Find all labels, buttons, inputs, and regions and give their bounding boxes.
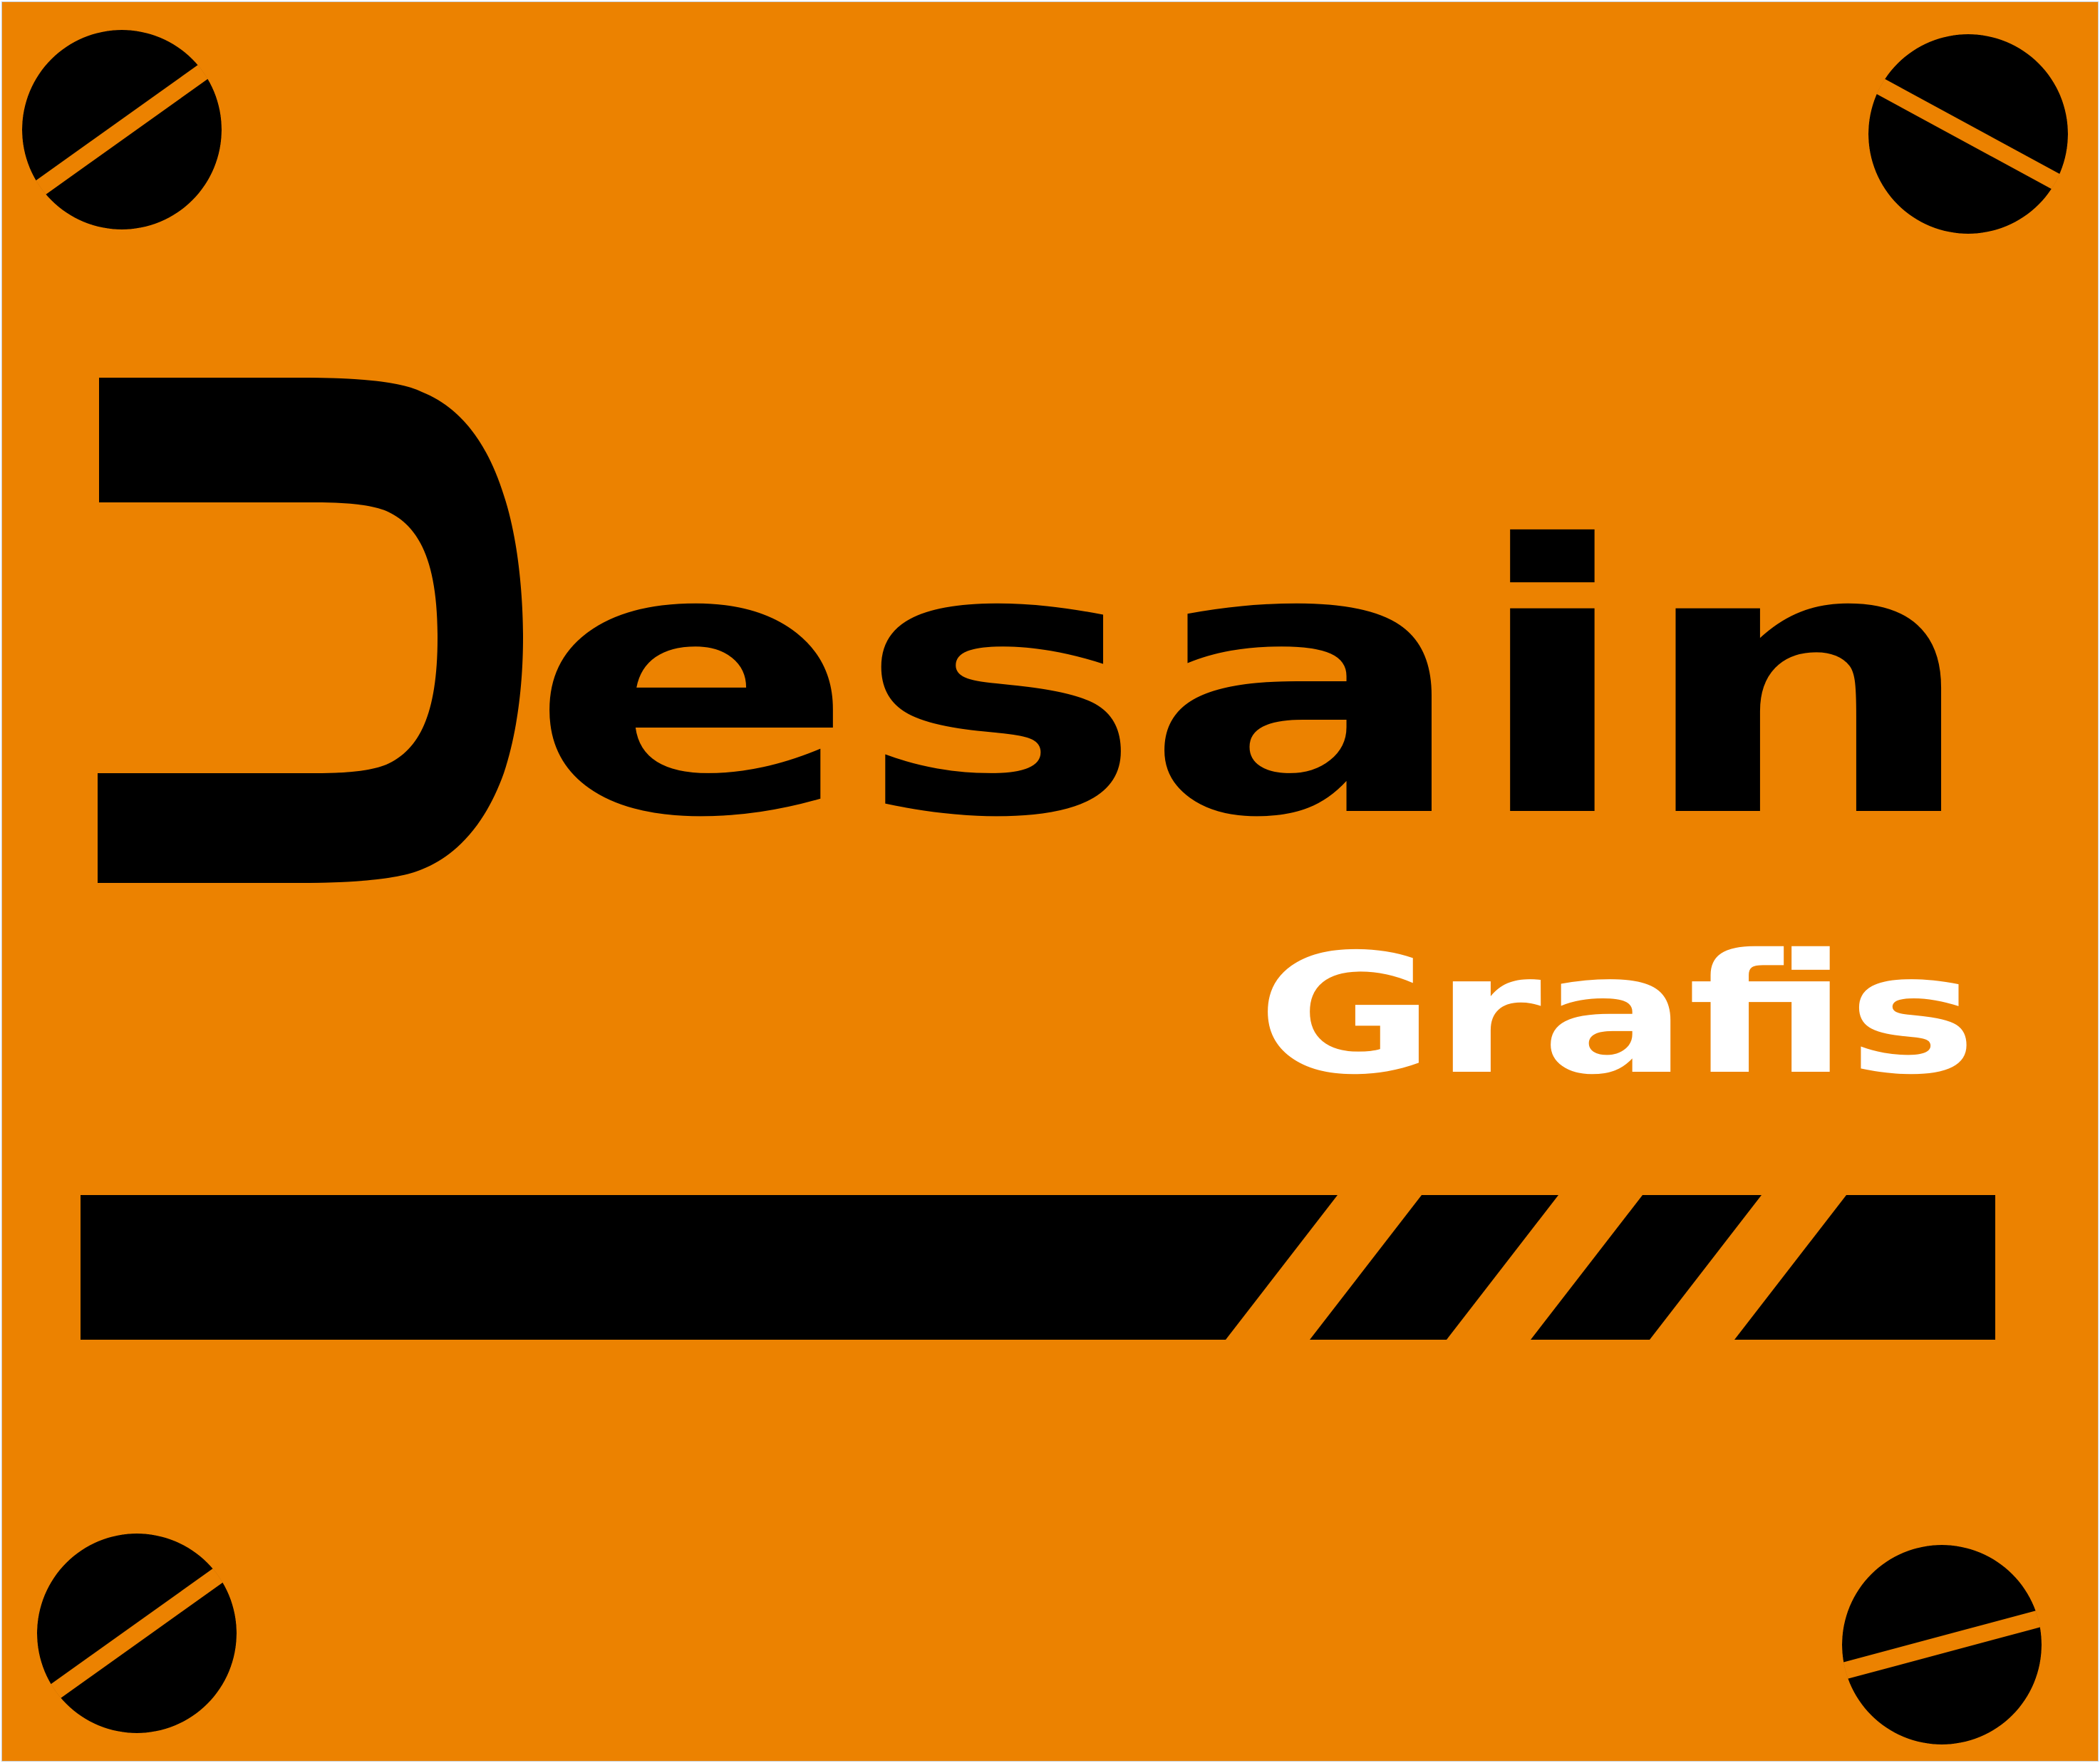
bar-segment (81, 1195, 1338, 1340)
desain-grafis-sign: esain Grafis (1, 1, 2099, 1762)
subtitle-text: Grafis (1257, 919, 1977, 1111)
title-text: esain (529, 467, 1979, 899)
